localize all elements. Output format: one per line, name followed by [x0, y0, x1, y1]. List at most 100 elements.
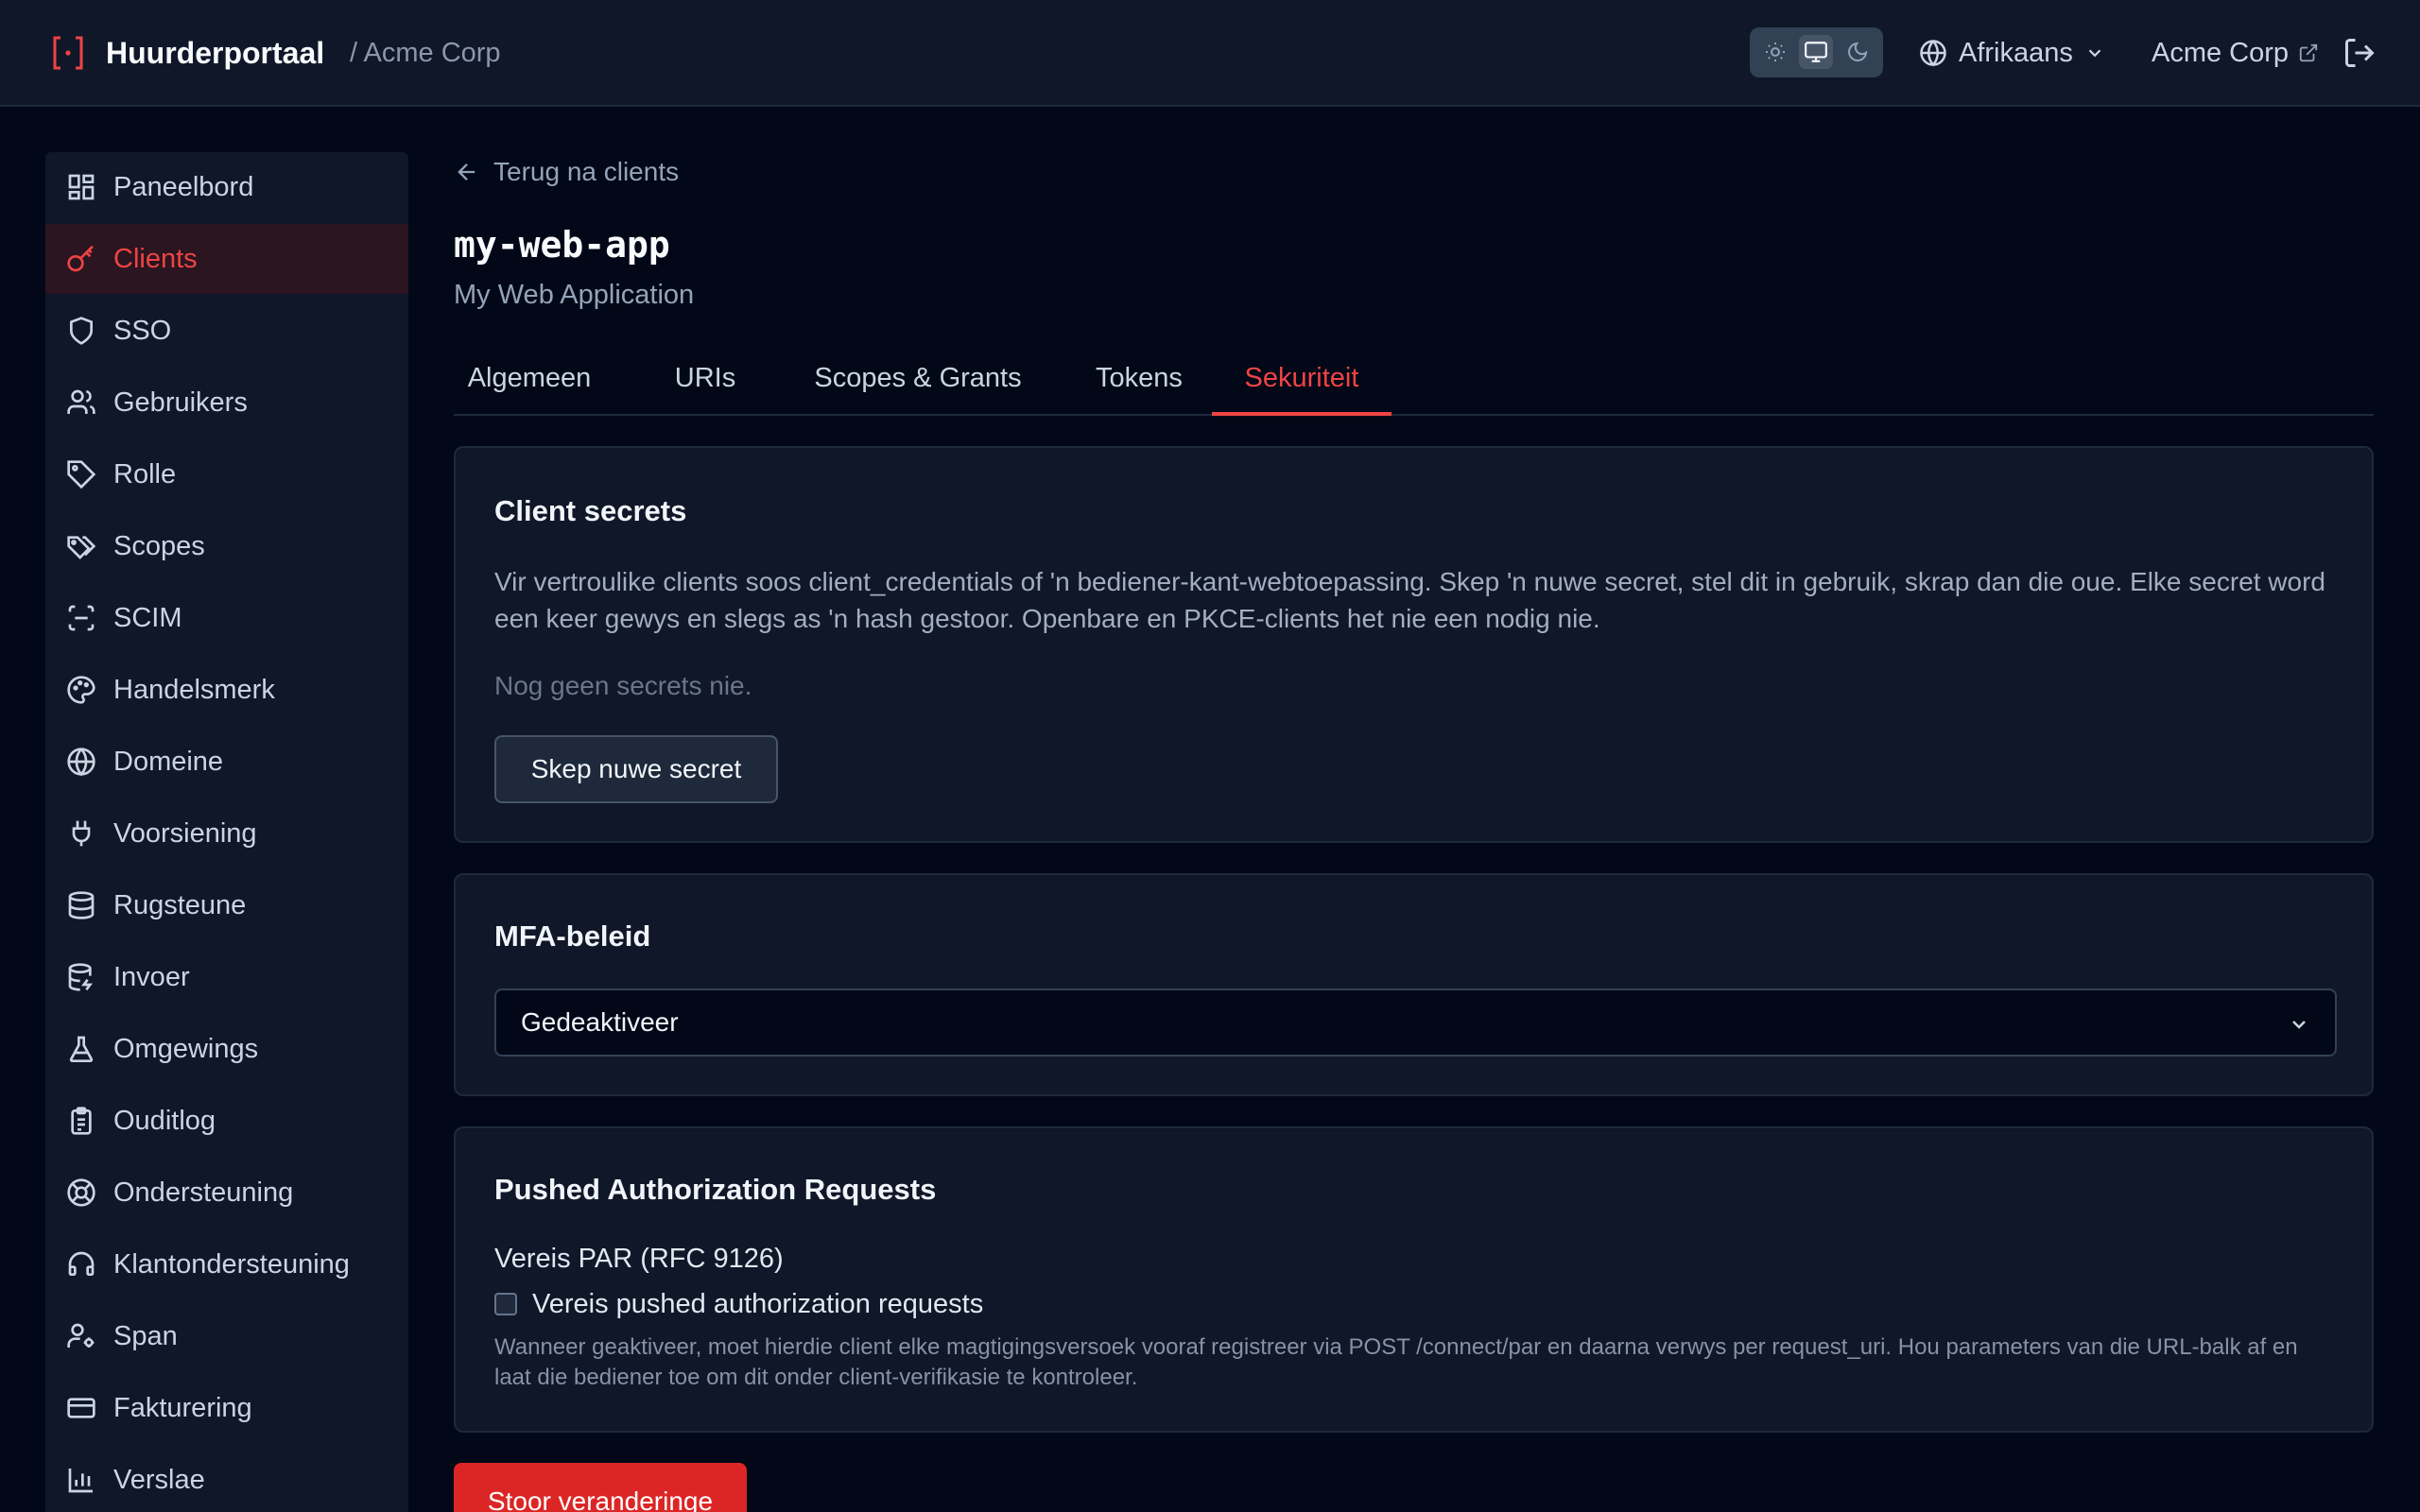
mfa-policy-card: MFA-beleid Gedeaktiveer	[454, 873, 2374, 1096]
mfa-policy-title: MFA-beleid	[494, 919, 651, 953]
require-par-checkbox[interactable]	[494, 1293, 517, 1315]
sidebar-item-fakturering[interactable]: Fakturering	[45, 1373, 408, 1443]
page-title: my-web-app	[454, 224, 670, 266]
sidebar-item-gebruikers[interactable]: Gebruikers	[45, 368, 408, 438]
back-label: Terug na clients	[493, 157, 680, 186]
theme-dark-button[interactable]	[1841, 35, 1875, 69]
sidebar-item-label: Ouditlog	[113, 1105, 216, 1136]
par-card: Pushed Authorization Requests Vereis PAR…	[454, 1126, 2374, 1433]
tenant-label: Acme Corp	[2152, 37, 2290, 68]
sidebar-item-label: Ondersteuning	[113, 1177, 294, 1208]
theme-system-button[interactable]	[1799, 35, 1833, 69]
sidebar-item-label: SSO	[113, 315, 172, 346]
external-link-icon	[2299, 43, 2318, 62]
sidebar-item-label: Rolle	[113, 458, 177, 490]
sidebar-item-label: Clients	[113, 243, 198, 274]
require-par-checkbox-label: Vereis pushed authorization requests	[532, 1288, 984, 1319]
key-icon	[67, 245, 94, 272]
lifebuoy-icon	[67, 1178, 95, 1207]
par-hint: Wanneer geaktiveer, moet hierdie client …	[494, 1334, 2298, 1390]
client-secrets-title: Client secrets	[494, 494, 687, 527]
sidebar-item-label: Span	[113, 1320, 178, 1351]
sidebar-item-rolle[interactable]: Rolle	[45, 439, 408, 509]
tab-sekuriteit[interactable]: Sekuriteit	[1212, 352, 1392, 416]
sidebar-item-label: Rugsteune	[113, 889, 247, 920]
sidebar-item-label: Handelsmerk	[113, 674, 275, 705]
client-secrets-card: Client secrets Vir vertroulike clients s…	[454, 446, 2374, 843]
sidebar-item-label: Voorsiening	[113, 817, 257, 849]
globe-icon	[1920, 40, 1946, 67]
clipboard-icon	[71, 1107, 92, 1135]
sidebar-item-domeine[interactable]: Domeine	[45, 727, 408, 797]
sidebar-item-sso[interactable]: SSO	[45, 296, 408, 366]
sidebar-item-label: Fakturering	[113, 1392, 252, 1423]
users-icon	[67, 389, 95, 414]
flask-icon	[69, 1036, 94, 1062]
sidebar-item-scim[interactable]: SCIM	[45, 583, 408, 653]
theme-light-button[interactable]	[1758, 35, 1792, 69]
sidebar-item-voorsiening[interactable]: Voorsiening	[45, 799, 408, 868]
monitor-icon	[1805, 42, 1827, 62]
theme-switcher	[1750, 27, 1883, 77]
sidebar-item-ondersteuning[interactable]: Ondersteuning	[45, 1158, 408, 1228]
sidebar: Paneelbord Clients SSO Gebruikers Rolle …	[45, 152, 408, 1512]
page-subtitle: My Web Application	[454, 280, 695, 310]
sidebar-item-label: SCIM	[113, 602, 182, 633]
chevron-down-icon	[2088, 49, 2101, 58]
sidebar-item-omgewings[interactable]: Omgewings	[45, 1014, 408, 1084]
sidebar-item-label: Paneelbord	[113, 171, 254, 202]
sidebar-item-clients[interactable]: Clients	[45, 224, 408, 294]
sidebar-item-label: Invoer	[113, 961, 190, 992]
sidebar-item-label: Verslae	[113, 1464, 205, 1495]
client-secrets-description: Vir vertroulike clients soos client_cred…	[494, 567, 2325, 633]
tag-icon	[67, 460, 96, 490]
language-selector[interactable]: Afrikaans	[1919, 32, 2105, 74]
require-par-checkbox-row[interactable]: Vereis pushed authorization requests	[494, 1285, 983, 1323]
plug-icon	[72, 820, 91, 847]
language-label: Afrikaans	[1959, 37, 2073, 68]
dashboard-icon	[68, 174, 95, 200]
tenant-link[interactable]: Acme Corp	[2152, 32, 2319, 74]
palette-icon	[67, 676, 95, 704]
sidebar-item-label: Omgewings	[113, 1033, 259, 1064]
empty-secrets-message: Nog geen secrets nie.	[494, 671, 752, 700]
sidebar-item-ouditlog[interactable]: Ouditlog	[45, 1086, 408, 1156]
tags-icon	[67, 536, 96, 559]
moon-icon	[1848, 42, 1868, 61]
tenant-breadcrumb: / Acme Corp	[350, 38, 501, 68]
sidebar-item-klantondersteuning[interactable]: Klantondersteuning	[45, 1229, 408, 1299]
par-title: Pushed Authorization Requests	[494, 1173, 937, 1206]
tab-algemeen[interactable]: Algemeen	[454, 352, 605, 416]
sidebar-item-label: Scopes	[113, 530, 205, 561]
sidebar-item-rugsteune[interactable]: Rugsteune	[45, 870, 408, 940]
bar-chart-icon	[68, 1469, 93, 1493]
sidebar-item-handelsmerk[interactable]: Handelsmerk	[45, 655, 408, 725]
headset-icon	[68, 1251, 95, 1276]
sidebar-item-verslae[interactable]: Verslae	[45, 1445, 408, 1512]
sidebar-item-scopes[interactable]: Scopes	[45, 511, 408, 581]
scan-icon	[68, 605, 95, 631]
sun-icon	[1766, 43, 1785, 61]
par-field-label: Vereis PAR (RFC 9126)	[494, 1244, 784, 1274]
top-bar: Huurderportaal / Acme Corp Afrikaans Acm…	[0, 0, 2420, 107]
sidebar-item-span[interactable]: Span	[45, 1301, 408, 1371]
tab-tokens[interactable]: Tokens	[1078, 352, 1201, 416]
arrow-left-icon	[458, 163, 475, 180]
create-secret-button[interactable]: Skep nuwe secret	[494, 735, 778, 803]
sidebar-item-label: Gebruikers	[113, 387, 248, 418]
brand-name[interactable]: Huurderportaal	[106, 32, 324, 74]
tab-uris[interactable]: URIs	[665, 352, 746, 416]
tab-scopes-grants[interactable]: Scopes & Grants	[804, 352, 1031, 416]
globe-icon	[67, 747, 95, 777]
save-changes-button[interactable]: Stoor veranderinge	[454, 1463, 747, 1512]
mfa-policy-select[interactable]: Gedeaktiveer	[494, 988, 2337, 1057]
mfa-policy-value: Gedeaktiveer	[521, 1007, 679, 1037]
credit-card-icon	[67, 1398, 95, 1418]
sidebar-item-paneelbord[interactable]: Paneelbord	[45, 152, 408, 222]
database-import-icon	[68, 963, 93, 991]
back-to-clients-link[interactable]: Terug na clients	[454, 153, 679, 191]
logout-icon[interactable]	[2342, 36, 2377, 70]
sidebar-item-invoer[interactable]: Invoer	[45, 942, 408, 1012]
user-cog-icon	[67, 1323, 95, 1348]
logo-icon	[53, 36, 83, 70]
